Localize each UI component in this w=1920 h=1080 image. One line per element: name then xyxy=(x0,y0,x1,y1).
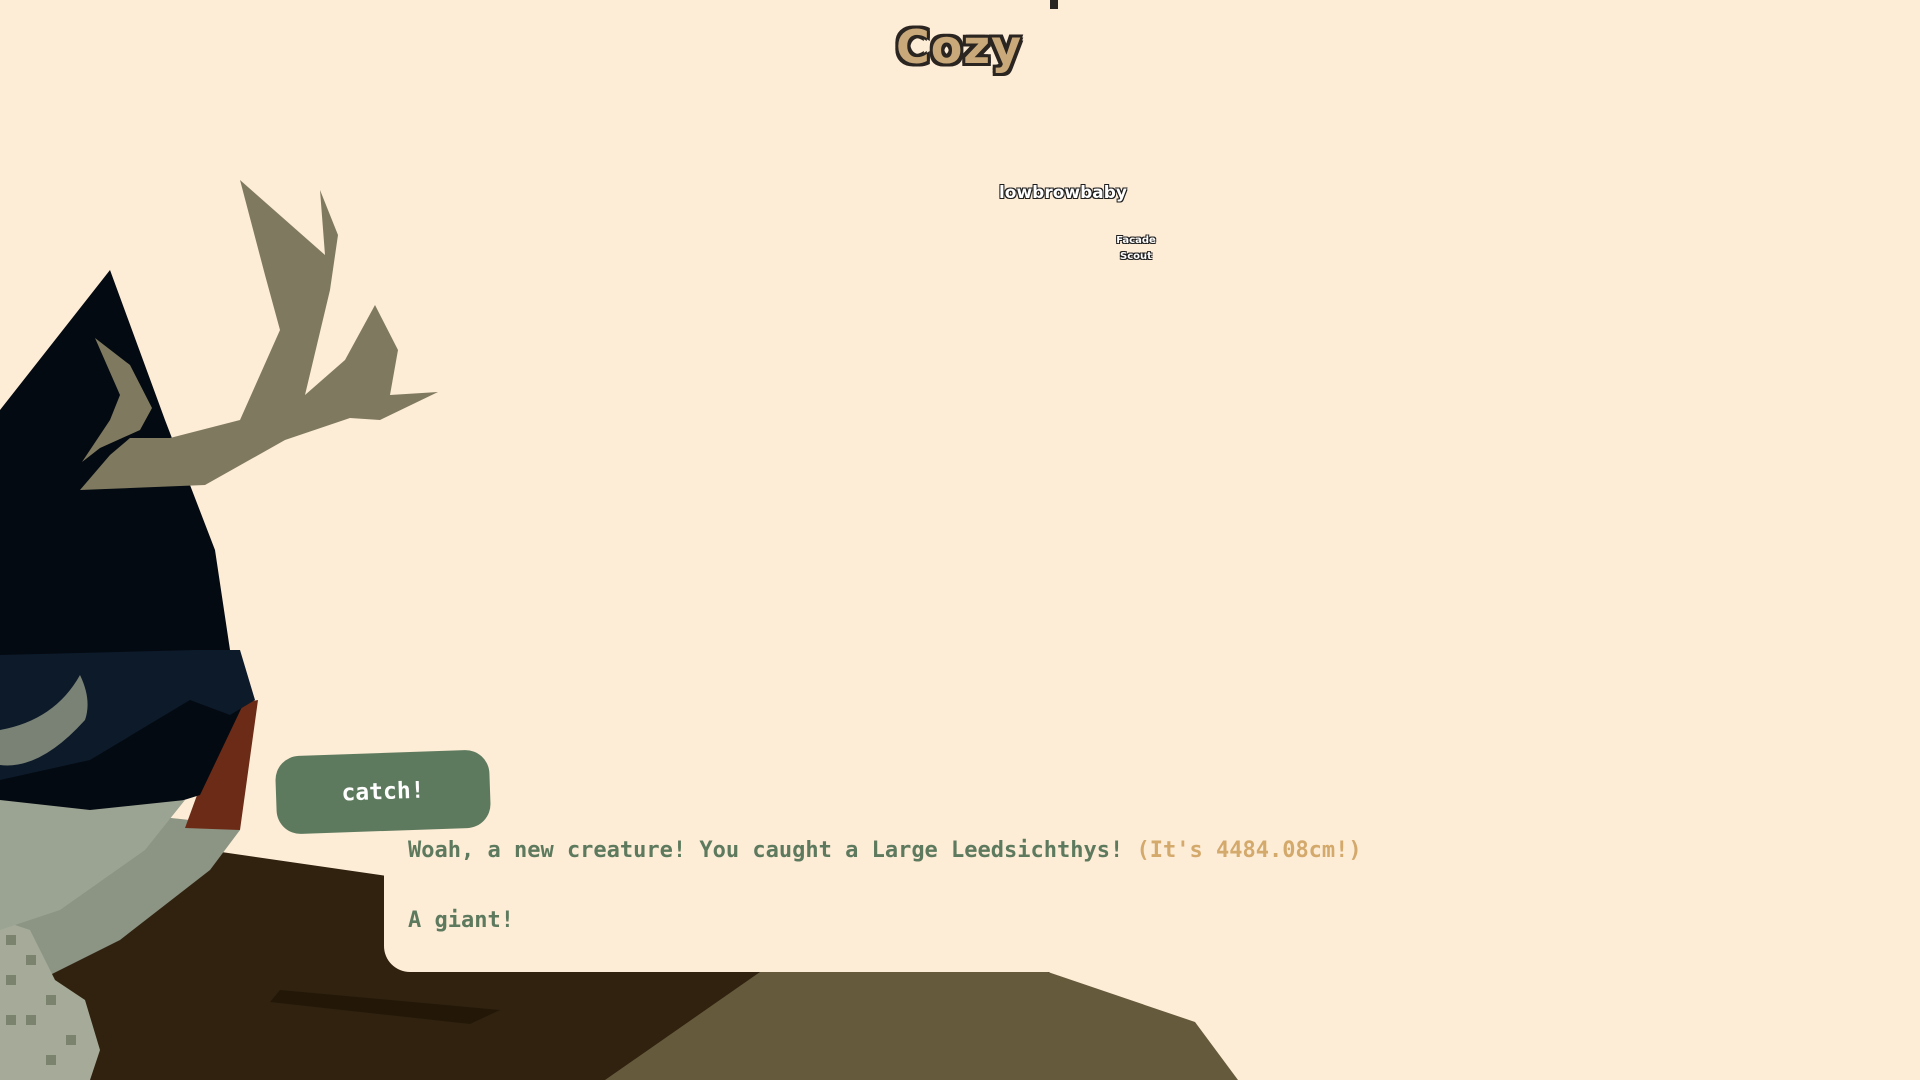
player-marker xyxy=(1050,0,1058,9)
area-title: Cozy xyxy=(895,20,1023,74)
player-tag-line2: Scout xyxy=(1120,251,1152,262)
game-scene: Cozy lowbrowbaby Facade Scout Woah, a ne… xyxy=(0,0,1920,1080)
dialog-line-2: A giant! xyxy=(408,908,514,933)
player-tag-line1: Facade xyxy=(1116,235,1156,246)
player-tag-label: Facade Scout xyxy=(1096,233,1176,265)
dialog-size-readout: (It's 4484.08cm!) xyxy=(1136,838,1362,863)
dialog-catch-message: Woah, a new creature! You caught a Large… xyxy=(408,838,1124,863)
catch-dialog-box: Woah, a new creature! You caught a Large… xyxy=(384,800,1362,972)
dialog-line-1: Woah, a new creature! You caught a Large… xyxy=(408,838,1362,863)
player-name-label: lowbrowbaby xyxy=(998,183,1128,203)
catch-button[interactable]: catch! xyxy=(274,749,492,835)
